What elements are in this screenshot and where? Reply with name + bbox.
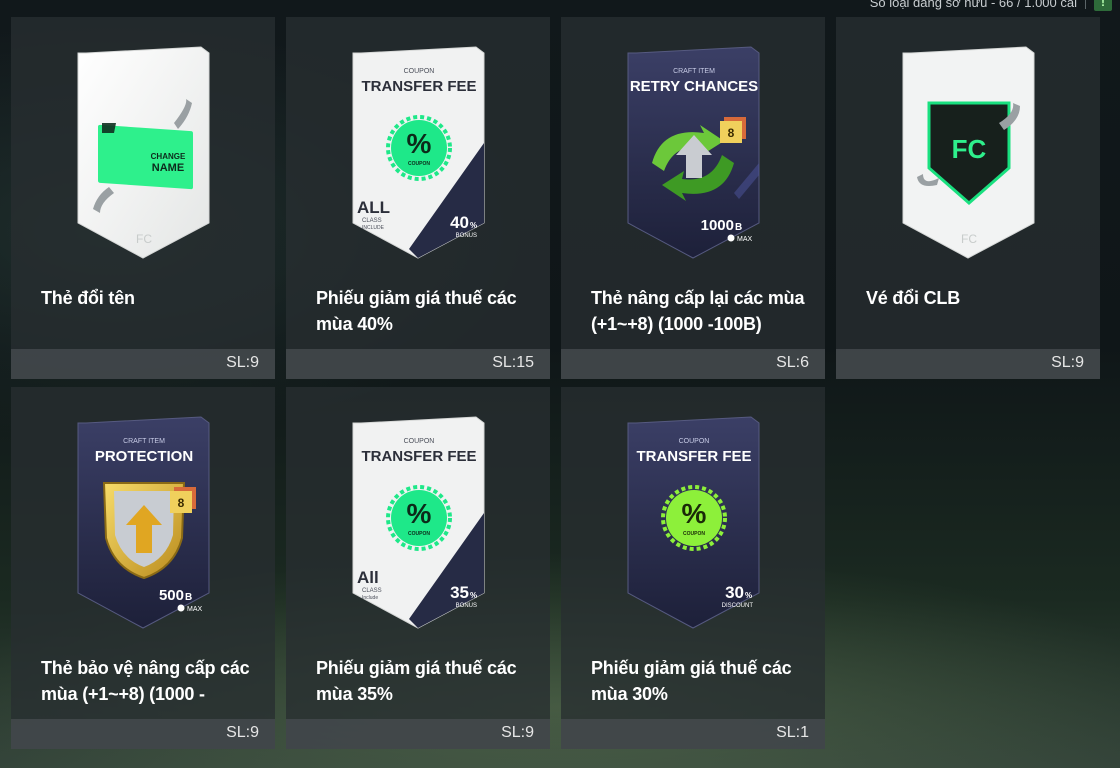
coupon-seal-icon: % <box>682 498 707 529</box>
card-badge: 8 <box>178 496 185 510</box>
svg-text:B: B <box>735 222 742 233</box>
item-footer: SL:1 <box>561 719 825 749</box>
item-name: Phiếu giảm giá thuế các mùa 30% <box>591 658 792 704</box>
item-name: Phiếu giảm giá thuế các mùa 35% <box>316 658 517 704</box>
svg-text:BONUS: BONUS <box>456 603 477 609</box>
card-kicker: CRAFT ITEM <box>123 438 165 445</box>
svg-text:1000: 1000 <box>701 217 734 234</box>
item-name: Thẻ nâng cấp lại các mùa (+1~+8) (1000 -… <box>591 288 805 334</box>
svg-text:BONUS: BONUS <box>456 233 477 239</box>
item-quantity: SL:6 <box>776 354 809 371</box>
svg-text:MAX: MAX <box>187 606 203 613</box>
fc-logo-icon: FC <box>952 134 987 164</box>
item-name: Vé đổi CLB <box>866 288 961 308</box>
item-footer: SL:6 <box>561 349 825 379</box>
svg-text:B: B <box>185 592 192 603</box>
item-name: Phiếu giảm giá thuế các mùa 40% <box>316 288 517 334</box>
item-quantity: SL:9 <box>501 724 534 741</box>
item-card-coupon-35: COUPON TRANSFER FEE % COUPON All CLASS I… <box>349 413 488 632</box>
card-kicker: COUPON <box>404 68 435 75</box>
svg-text:500: 500 <box>159 587 184 604</box>
item-card-coupon-40: COUPON TRANSFER FEE % COUPON ALL CLASS I… <box>349 43 488 262</box>
svg-text:%: % <box>470 221 477 230</box>
item-footer: SL:9 <box>11 349 275 379</box>
item-quantity: SL:9 <box>226 354 259 371</box>
inventory-count-text: Số loại đang sở hữu - 66 / 1.000 cái <box>869 0 1077 10</box>
card-title: RETRY CHANCES <box>630 78 758 95</box>
card-line1: CHANGE <box>151 152 186 161</box>
card-title: TRANSFER FEE <box>636 448 751 465</box>
svg-text:Include: Include <box>362 595 378 601</box>
divider <box>1085 0 1086 9</box>
svg-text:ALL: ALL <box>357 198 390 217</box>
item-tile-club-change[interactable]: FC FC Vé đổi CLB SL:9 <box>836 17 1100 379</box>
svg-text:COUPON: COUPON <box>408 161 430 167</box>
svg-text:35: 35 <box>450 583 469 602</box>
item-tile-retry-chances[interactable]: CRAFT ITEM RETRY CHANCES 8 1000 B MAX Th… <box>561 17 825 379</box>
item-card-protection: CRAFT ITEM PROTECTION 8 500 B MAX <box>74 413 213 632</box>
item-tile-coupon-30[interactable]: COUPON TRANSFER FEE % COUPON 30 % DISCOU… <box>561 387 825 749</box>
svg-text:COUPON: COUPON <box>683 531 705 537</box>
card-badge: 8 <box>728 126 735 140</box>
svg-text:FC: FC <box>961 232 977 246</box>
card-title: PROTECTION <box>95 448 193 465</box>
svg-text:40: 40 <box>450 213 469 232</box>
item-name: Thẻ bảo vệ nâng cấp các mùa (+1~+8) (100… <box>41 658 250 704</box>
item-tile-coupon-35[interactable]: COUPON TRANSFER FEE % COUPON All CLASS I… <box>286 387 550 749</box>
card-kicker: COUPON <box>679 438 710 445</box>
card-title: TRANSFER FEE <box>361 78 476 95</box>
card-kicker: CRAFT ITEM <box>673 68 715 75</box>
item-card-coupon-30: COUPON TRANSFER FEE % COUPON 30 % DISCOU… <box>624 413 763 632</box>
svg-text:All: All <box>357 568 379 587</box>
item-quantity: SL:9 <box>1051 354 1084 371</box>
svg-text:CLASS: CLASS <box>362 588 382 594</box>
card-line2: NAME <box>152 162 184 174</box>
item-tile-protection[interactable]: CRAFT ITEM PROTECTION 8 500 B MAX Thẻ bả… <box>11 387 275 749</box>
item-card-retry-chances: CRAFT ITEM RETRY CHANCES 8 1000 B MAX <box>624 43 763 262</box>
item-footer: SL:9 <box>836 349 1100 379</box>
coupon-seal-icon: % <box>407 128 432 159</box>
item-tile-coupon-40[interactable]: COUPON TRANSFER FEE % COUPON ALL CLASS I… <box>286 17 550 379</box>
card-title: TRANSFER FEE <box>361 448 476 465</box>
info-icon[interactable]: ! <box>1094 0 1112 11</box>
card-kicker: COUPON <box>404 438 435 445</box>
svg-text:CLASS: CLASS <box>362 218 382 224</box>
item-footer: SL:9 <box>286 719 550 749</box>
item-name: Thẻ đổi tên <box>41 288 135 308</box>
svg-text:%: % <box>745 591 752 600</box>
svg-text:DISCOUNT: DISCOUNT <box>722 603 754 609</box>
svg-text:30: 30 <box>725 583 744 602</box>
item-tile-change-name[interactable]: CHANGE NAME FC Thẻ đổi tên SL:9 <box>11 17 275 379</box>
inventory-status: Số loại đang sở hữu - 66 / 1.000 cái ! <box>870 0 1112 12</box>
item-footer: SL:9 <box>11 719 275 749</box>
svg-text:%: % <box>470 591 477 600</box>
item-quantity: SL:15 <box>492 354 534 371</box>
item-card-club-change: FC FC <box>899 43 1038 262</box>
svg-text:COUPON: COUPON <box>408 531 430 537</box>
item-footer: SL:15 <box>286 349 550 379</box>
svg-text:MAX: MAX <box>737 236 753 243</box>
svg-text:FC: FC <box>136 232 152 246</box>
item-quantity: SL:9 <box>226 724 259 741</box>
item-quantity: SL:1 <box>776 724 809 741</box>
svg-text:INCLUDE: INCLUDE <box>362 225 385 231</box>
coupon-seal-icon: % <box>407 498 432 529</box>
item-card-change-name: CHANGE NAME FC <box>74 43 213 262</box>
